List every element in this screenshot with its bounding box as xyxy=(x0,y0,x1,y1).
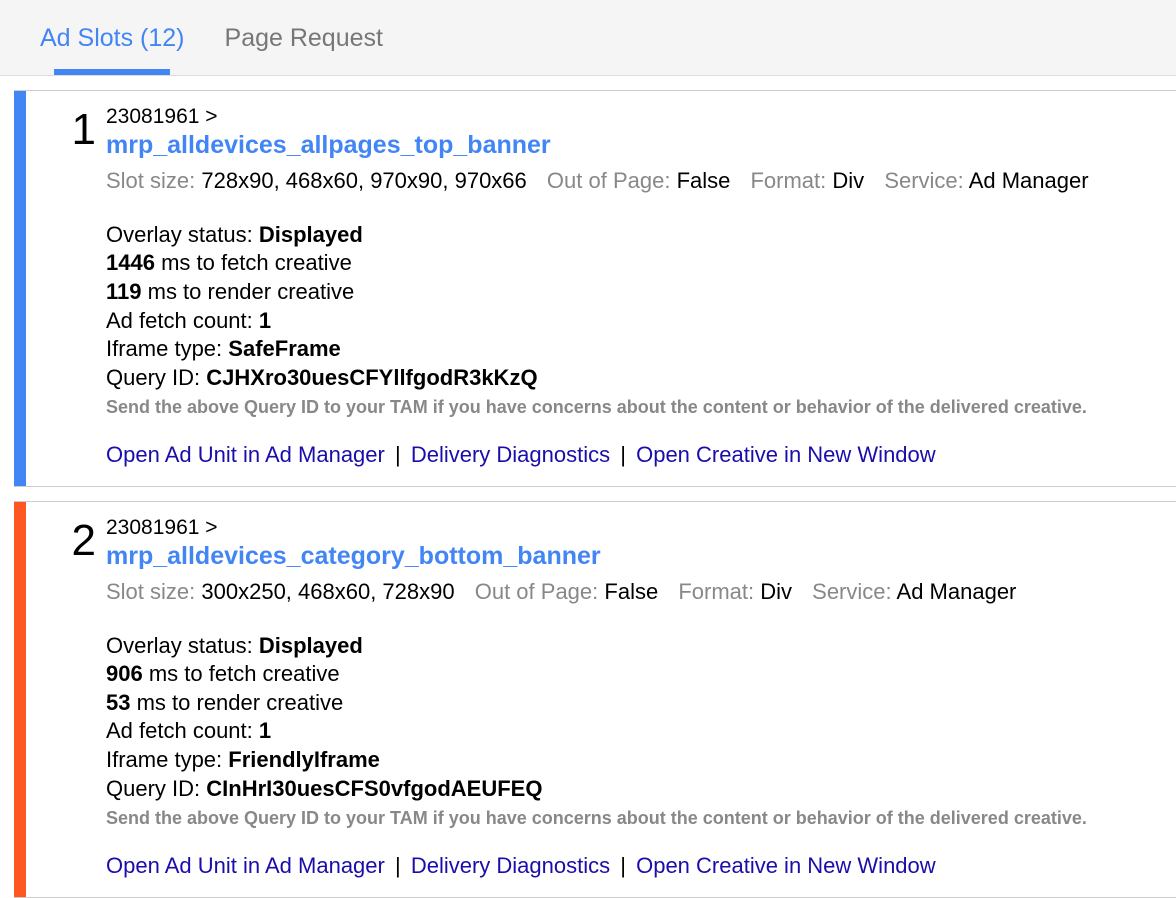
slot-links: Open Ad Unit in Ad Manager | Delivery Di… xyxy=(106,442,1156,468)
slot-meta-row: Slot size: 300x250, 468x60, 728x90 Out o… xyxy=(106,577,1156,608)
slot-stats: Overlay status: Displayed 906 ms to fetc… xyxy=(106,632,1156,831)
delivery-diagnostics-link[interactable]: Delivery Diagnostics xyxy=(411,853,610,878)
open-ad-unit-link[interactable]: Open Ad Unit in Ad Manager xyxy=(106,442,385,467)
slot-stats: Overlay status: Displayed 1446 ms to fet… xyxy=(106,221,1156,420)
open-ad-unit-link[interactable]: Open Ad Unit in Ad Manager xyxy=(106,853,385,878)
slot-number: 2 xyxy=(34,516,96,566)
slot-meta-row: Slot size: 728x90, 468x60, 970x90, 970x6… xyxy=(106,166,1156,197)
slot-links: Open Ad Unit in Ad Manager | Delivery Di… xyxy=(106,853,1156,879)
tab-bar: Ad Slots (12) Page Request xyxy=(0,0,1176,76)
query-id-hint: Send the above Query ID to your TAM if y… xyxy=(106,807,1156,830)
slot-list: 1 23081961 > mrp_alldevices_allpages_top… xyxy=(0,90,1176,898)
ad-unit-link[interactable]: mrp_alldevices_category_bottom_banner xyxy=(106,542,601,571)
slot-card: 1 23081961 > mrp_alldevices_allpages_top… xyxy=(14,90,1176,487)
slot-number: 1 xyxy=(34,105,96,155)
delivery-diagnostics-link[interactable]: Delivery Diagnostics xyxy=(411,442,610,467)
open-creative-link[interactable]: Open Creative in New Window xyxy=(636,853,936,878)
tab-ad-slots[interactable]: Ad Slots (12) xyxy=(40,0,185,75)
slot-color-bar xyxy=(14,502,26,897)
query-id-hint: Send the above Query ID to your TAM if y… xyxy=(106,396,1156,419)
network-path: 23081961 > xyxy=(106,516,1156,540)
slot-card: 2 23081961 > mrp_alldevices_category_bot… xyxy=(14,501,1176,898)
network-path: 23081961 > xyxy=(106,105,1156,129)
tab-page-request[interactable]: Page Request xyxy=(225,0,383,75)
ad-unit-link[interactable]: mrp_alldevices_allpages_top_banner xyxy=(106,131,551,160)
slot-color-bar xyxy=(14,91,26,486)
open-creative-link[interactable]: Open Creative in New Window xyxy=(636,442,936,467)
